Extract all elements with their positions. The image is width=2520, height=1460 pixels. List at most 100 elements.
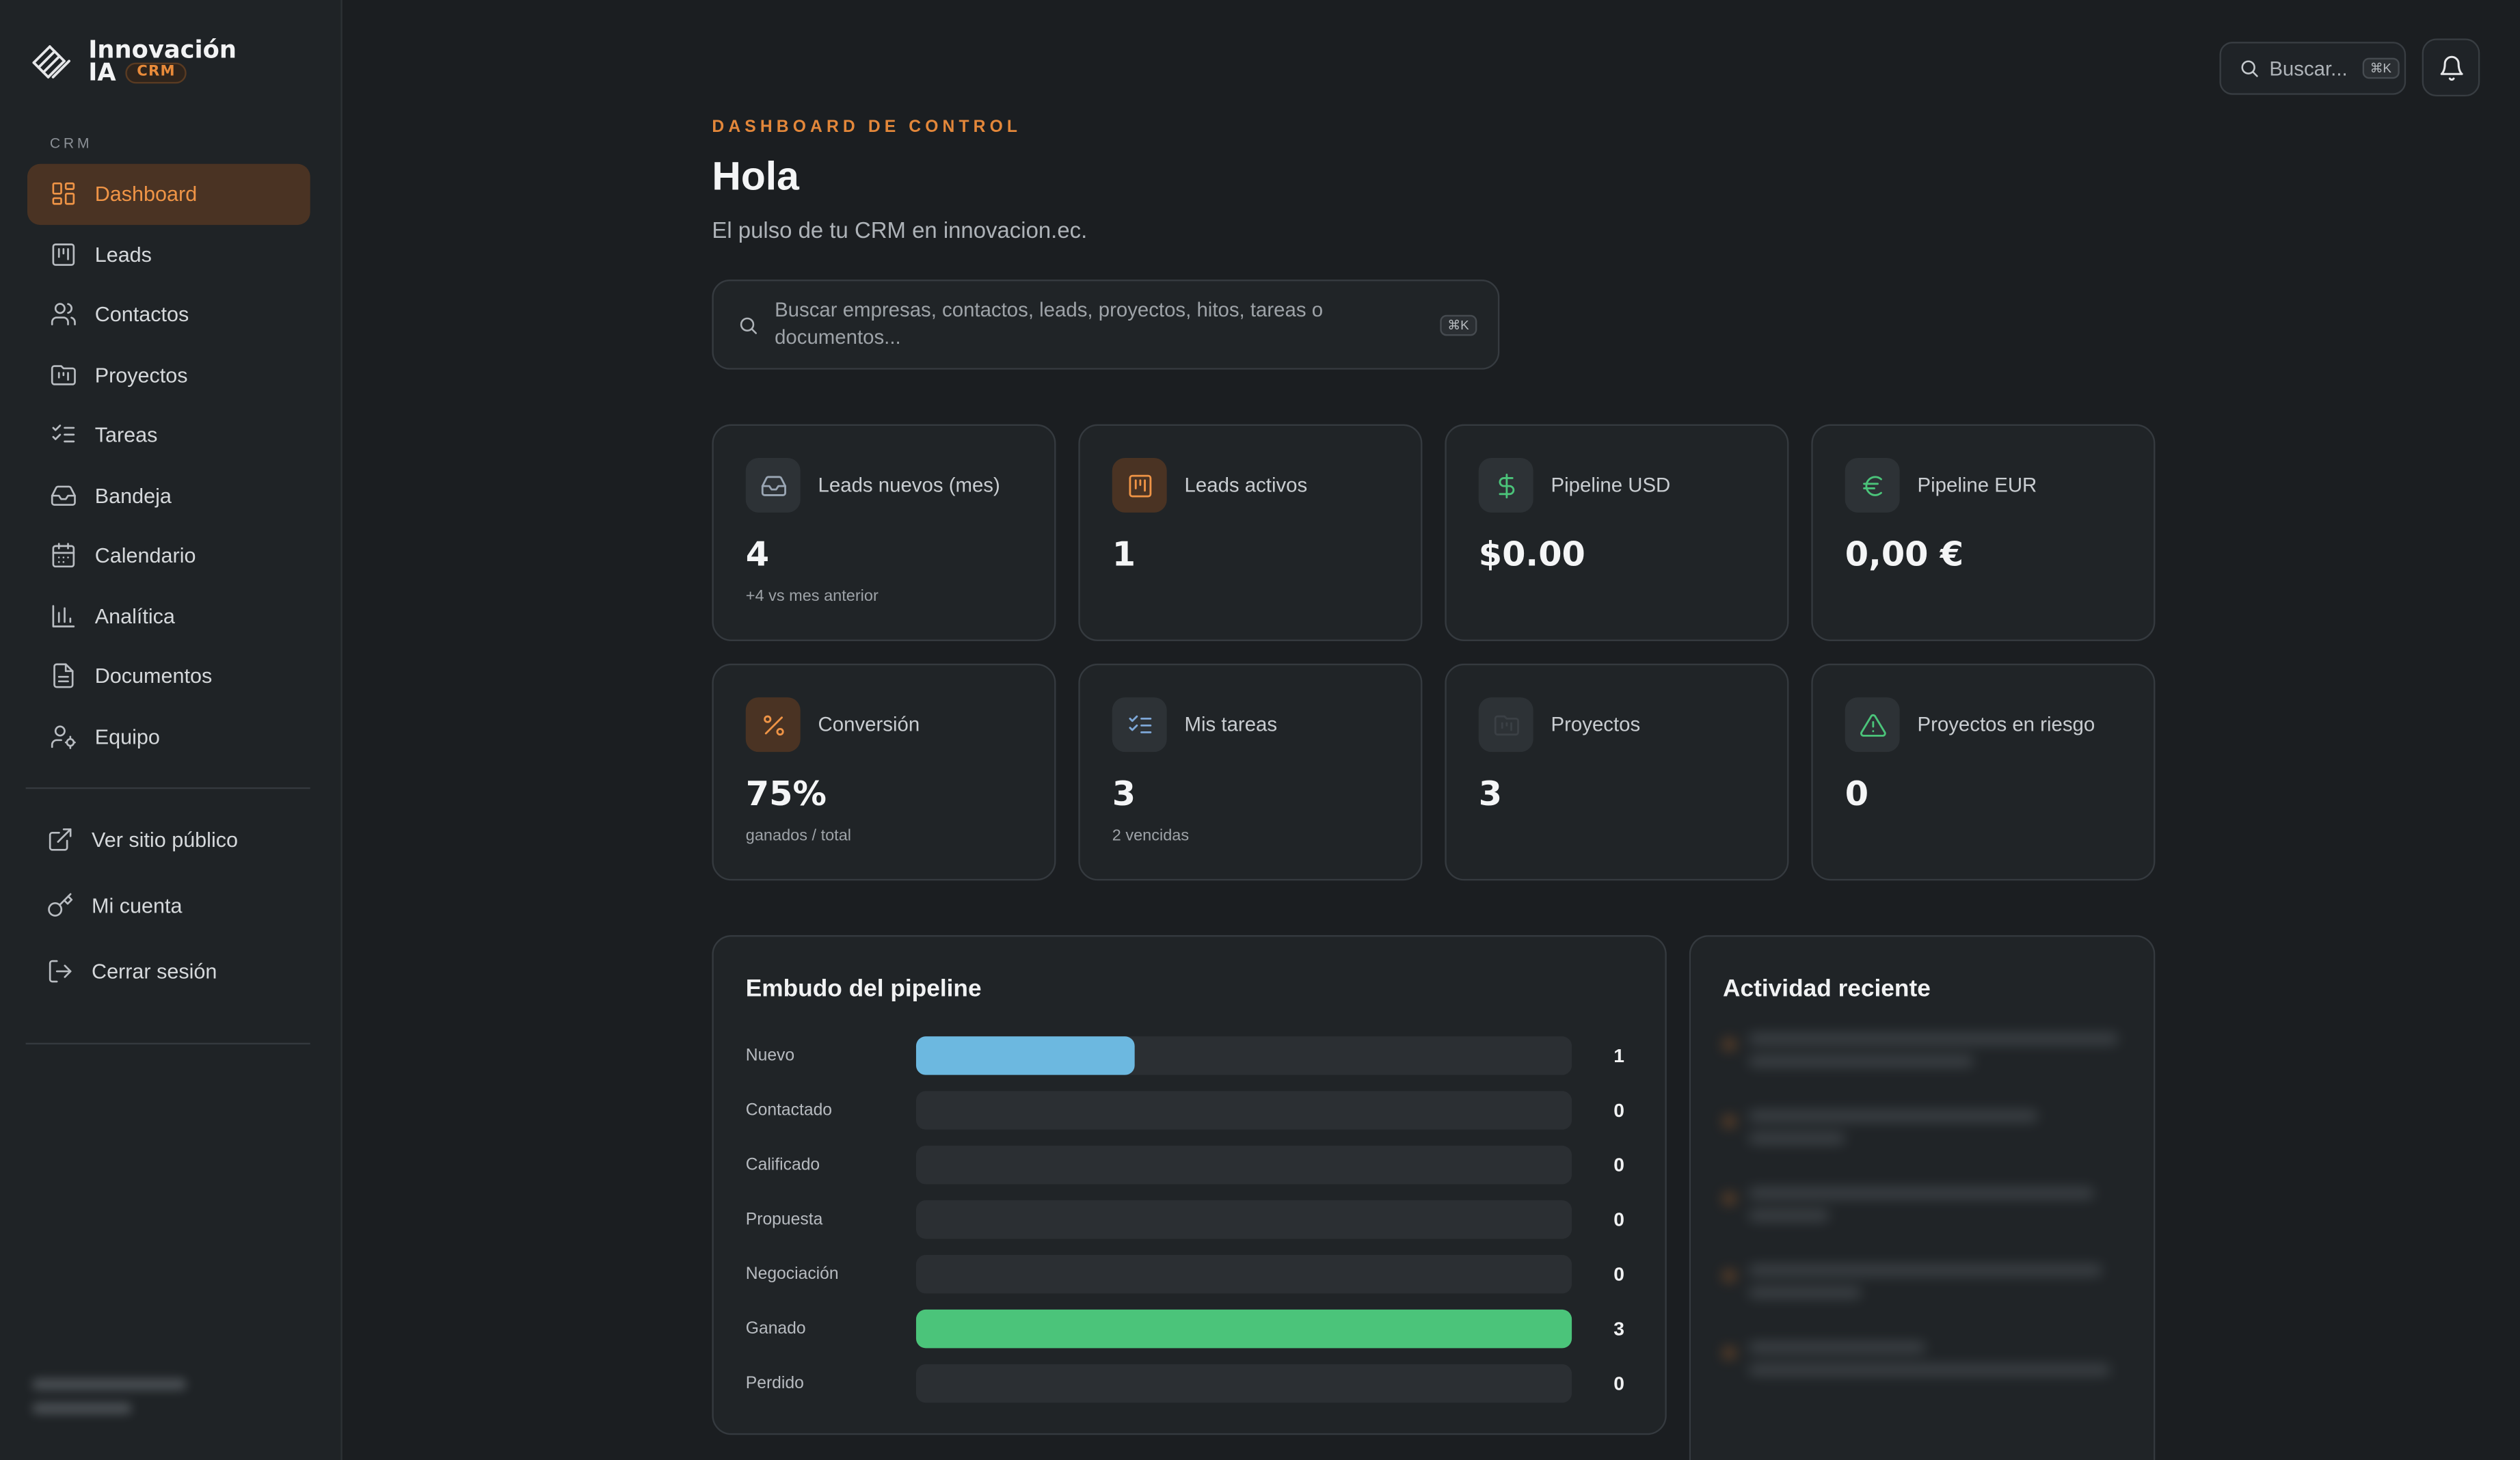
card-label: Pipeline USD — [1551, 474, 1671, 497]
funnel-track — [915, 1200, 1572, 1239]
card-icon-box — [1845, 697, 1900, 753]
funnel-stage-count: 0 — [1613, 1098, 1624, 1122]
card-value: 0,00 € — [1845, 535, 1964, 574]
card-value: $0.00 — [1478, 535, 1585, 574]
nav-section-label: CRM — [49, 135, 93, 151]
funnel-stage-count: 1 — [1613, 1044, 1624, 1067]
sidebar-item-label: Contactos — [94, 302, 189, 327]
logout-button[interactable]: Cerrar sesión — [46, 958, 217, 985]
funnel-track — [915, 1146, 1572, 1185]
activity-list-loading — [1723, 1033, 2125, 1419]
sidebar-item-documentos[interactable]: Documentos — [27, 646, 310, 706]
calendar-icon — [52, 543, 75, 568]
crm-badge: CRM — [125, 62, 187, 83]
users-icon — [51, 303, 76, 326]
card-label: Pipeline EUR — [1917, 474, 2037, 497]
my-account-link[interactable]: Mi cuenta — [46, 892, 183, 919]
card-value: 1 — [1112, 535, 1136, 574]
card-icon-box — [1845, 457, 1900, 513]
search-placeholder: Buscar empresas, contactos, leads, proye… — [775, 299, 1324, 349]
euro-icon — [1862, 475, 1881, 496]
card-icon-box — [1478, 697, 1533, 753]
sidebar-item-leads[interactable]: Leads — [27, 224, 310, 284]
sidebar-item-equipo[interactable]: Equipo — [27, 706, 310, 766]
funnel-stage-name: Contactado — [745, 1100, 833, 1120]
funnel-bar — [915, 1309, 1572, 1349]
sidebar-item-label: Documentos — [94, 664, 213, 688]
card-value: 75% — [745, 774, 827, 813]
sidebar-item-dashboard[interactable]: Dashboard — [27, 163, 310, 224]
card-icon-box — [745, 697, 801, 753]
funnel-row: Ganado 3 — [745, 1309, 1636, 1349]
page-subtitle: El pulso de tu CRM en innovacion.ec. — [712, 217, 1088, 243]
view-public-site-link[interactable]: Ver sitio público — [46, 826, 238, 853]
sidebar-item-contactos[interactable]: Contactos — [27, 284, 310, 344]
funnel-track — [915, 1036, 1572, 1075]
card-label: Leads activos — [1184, 474, 1308, 497]
list-checks-icon — [1128, 714, 1151, 733]
kpi-card-leads-activos[interactable]: Leads activos 1 — [1078, 424, 1423, 641]
funnel-stage-name: Ganado — [745, 1319, 806, 1339]
bar-chart-icon — [52, 604, 75, 627]
funnel-stage-name: Negociación — [745, 1265, 839, 1284]
kanban-icon — [1128, 474, 1151, 497]
sidebar-item-label: Bandeja — [94, 483, 172, 508]
user-profile[interactable] — [32, 1378, 193, 1437]
my-account-label: Mi cuenta — [91, 893, 183, 918]
card-icon-box — [1112, 697, 1167, 753]
brand-logo[interactable]: Innovación IA CRM — [29, 38, 237, 84]
card-label: Leads nuevos (mes) — [818, 474, 1000, 497]
list-checks-icon — [52, 424, 75, 443]
kpi-card-pipeline-eur[interactable]: Pipeline EUR 0,00 € — [1811, 424, 2156, 641]
global-search-label: Buscar... — [2269, 57, 2348, 80]
percent-icon — [762, 714, 783, 735]
funnel-stage-count: 0 — [1613, 1372, 1624, 1395]
card-icon-box — [1478, 457, 1533, 513]
key-icon — [48, 893, 73, 917]
sidebar-item-bandeja[interactable]: Bandeja — [27, 465, 310, 526]
funnel-stage-name: Nuevo — [745, 1046, 795, 1066]
funnel-track — [915, 1091, 1572, 1130]
pipeline-funnel-panel: Embudo del pipeline Nuevo 1 Contactado 0 Cal… — [712, 935, 1667, 1435]
kanban-icon — [52, 243, 75, 266]
inbox-icon — [51, 485, 76, 506]
dashboard-search-input[interactable]: Buscar empresas, contactos, leads, proye… — [712, 280, 1500, 370]
funnel-row: Calificado 0 — [746, 1146, 1636, 1185]
funnel-row: Negociación 0 — [745, 1254, 1636, 1294]
card-icon-box — [745, 457, 801, 513]
folder-kanban-icon — [51, 364, 76, 385]
logout-label: Cerrar sesión — [91, 959, 217, 984]
card-label: Proyectos en riesgo — [1917, 713, 2095, 736]
view-public-site-label: Ver sitio público — [91, 827, 239, 852]
user-cog-icon — [51, 725, 76, 749]
funnel-row: Perdido 0 — [746, 1364, 1636, 1403]
sidebar-item-calendario[interactable]: Calendario — [27, 526, 310, 586]
funnel-row: Propuesta 0 — [746, 1200, 1636, 1239]
kpi-card-conversion[interactable]: Conversión 75% ganados / total — [712, 663, 1056, 881]
search-shortcut: ⌘K — [1439, 314, 1477, 336]
kpi-card-leads-nuevos[interactable]: Leads nuevos (mes) 4 +4 vs mes anterior — [712, 424, 1056, 641]
notifications-button[interactable] — [2422, 38, 2480, 97]
sidebar-item-label: Equipo — [94, 724, 160, 748]
funnel-stage-count: 0 — [1613, 1262, 1624, 1286]
sidebar-item-label: Analítica — [94, 604, 175, 628]
recent-activity-panel: Actividad reciente — [1689, 935, 2156, 1460]
logo-icon — [32, 45, 70, 79]
kpi-card-pipeline-usd[interactable]: Pipeline USD $0.00 — [1445, 424, 1789, 641]
card-value: 0 — [1845, 774, 1869, 813]
card-label: Proyectos — [1551, 713, 1641, 736]
sidebar-item-label: Tareas — [94, 422, 158, 448]
global-search-button[interactable]: Buscar... ⌘K — [2219, 42, 2407, 95]
sidebar-item-proyectos[interactable]: Proyectos — [27, 344, 310, 405]
funnel-stage-count: 0 — [1613, 1208, 1624, 1231]
kpi-card-proyectos-riesgo[interactable]: Proyectos en riesgo 0 — [1811, 663, 2156, 881]
funnel-stage-count: 3 — [1613, 1317, 1624, 1340]
sidebar-item-analitica[interactable]: Analítica — [27, 586, 310, 646]
kpi-card-mis-tareas[interactable]: Mis tareas 3 2 vencidas — [1078, 663, 1423, 881]
card-icon-box — [1112, 457, 1167, 513]
funnel-stage-name: Perdido — [745, 1373, 804, 1394]
sidebar-item-tareas[interactable]: Tareas — [27, 405, 310, 465]
kpi-card-proyectos[interactable]: Proyectos 3 — [1445, 663, 1789, 881]
sidebar-nav: Dashboard Leads Contactos Proyectos Tare… — [27, 163, 310, 767]
card-hint: ganados / total — [745, 827, 852, 846]
